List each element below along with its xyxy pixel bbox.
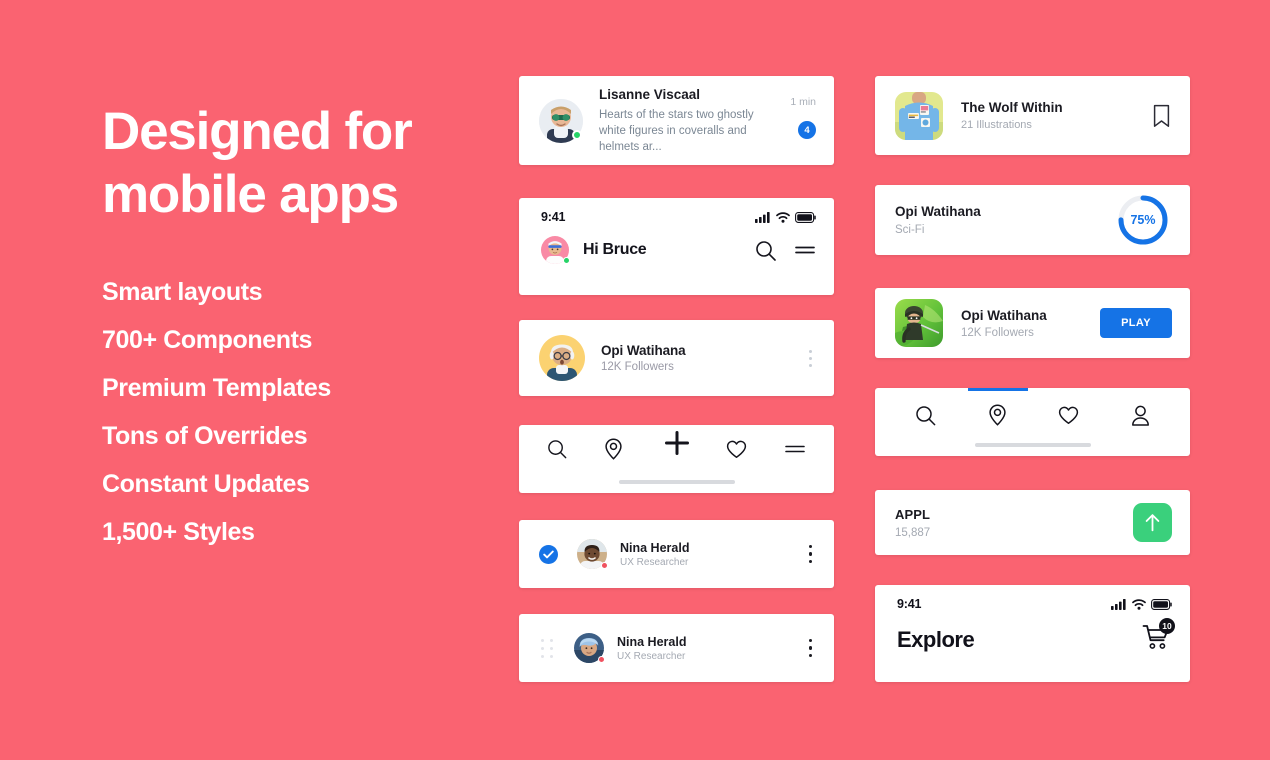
feature-item: 700+ Components — [102, 326, 313, 354]
hero-section: Designed for mobile apps Smart layouts 7… — [102, 100, 502, 556]
progress-genre: Sci-Fi — [895, 224, 925, 236]
list-item-role: UX Researcher — [620, 556, 689, 568]
page-title: Designed for mobile apps — [102, 100, 502, 226]
message-timestamp: 1 min — [790, 96, 816, 108]
stock-card[interactable]: APPL 15,887 — [875, 490, 1190, 555]
check-icon — [543, 550, 554, 558]
list-item-name: Nina Herald — [617, 634, 687, 649]
search-icon[interactable] — [755, 240, 776, 261]
search-icon[interactable] — [547, 439, 567, 459]
avatar — [539, 335, 585, 381]
page-title-line2: mobile apps — [102, 165, 399, 224]
book-cover-illustration — [895, 91, 943, 140]
heart-icon[interactable] — [726, 440, 747, 459]
game-title: Opi Watihana — [961, 307, 1047, 323]
cart-badge: 10 — [1159, 618, 1175, 634]
online-status-dot — [572, 129, 582, 140]
tabbar-card[interactable] — [519, 425, 834, 493]
book-card[interactable]: The Wolf Within 21 Illustrations — [875, 76, 1190, 155]
profile-name: Opi Watihana — [601, 343, 686, 358]
navbar-card[interactable] — [875, 388, 1190, 456]
arrow-up-icon — [1145, 514, 1160, 532]
message-preview: Hearts of the stars two ghostly white fi… — [599, 108, 754, 153]
user-icon[interactable] — [1131, 405, 1150, 426]
wifi-icon — [776, 211, 790, 223]
battery-icon — [795, 211, 816, 223]
kebab-menu-icon[interactable] — [805, 635, 816, 661]
page-title-line1: Designed for — [102, 102, 413, 161]
progress-title: Opi Watihana — [895, 204, 981, 219]
checkbox-checked[interactable] — [539, 544, 558, 564]
profile-followers: 12K Followers — [601, 361, 674, 373]
active-tab-indicator — [968, 388, 1028, 391]
feature-item: Premium Templates — [102, 374, 331, 402]
explore-title: Explore — [897, 626, 975, 652]
list-item[interactable]: Nina Herald UX Researcher — [519, 520, 834, 588]
book-thumbnail — [895, 91, 943, 140]
status-bar-time: 9:41 — [541, 210, 566, 224]
online-status-dot — [563, 257, 570, 264]
stock-symbol: APPL — [895, 506, 931, 522]
avatar — [574, 633, 605, 663]
home-indicator — [974, 443, 1091, 447]
heart-icon[interactable] — [1058, 406, 1079, 425]
location-pin-icon[interactable] — [988, 404, 1007, 426]
avatar — [577, 539, 608, 569]
list-item-role: UX Researcher — [617, 650, 686, 662]
search-icon[interactable] — [915, 405, 936, 426]
signal-icon — [1111, 598, 1126, 610]
plus-icon[interactable] — [664, 430, 690, 456]
status-bar: 9:41 — [875, 585, 1190, 611]
signal-icon — [755, 211, 770, 223]
status-dot — [601, 562, 608, 569]
menu-icon[interactable] — [794, 243, 816, 257]
stock-up-button[interactable] — [1133, 503, 1172, 542]
feature-item: Constant Updates — [102, 470, 310, 498]
status-bar: 9:41 — [519, 198, 834, 224]
avatar[interactable] — [541, 236, 570, 264]
greeting-title: Hi Bruce — [583, 241, 647, 258]
avatar-illustration — [539, 335, 585, 381]
game-icon-illustration — [895, 299, 943, 347]
list-item-name: Nina Herald — [620, 540, 690, 555]
profile-card[interactable]: Opi Watihana 12K Followers — [519, 320, 834, 396]
progress-percent-label: 75% — [1130, 213, 1156, 227]
wifi-icon — [1132, 598, 1146, 610]
book-subtitle: 21 Illustrations — [961, 119, 1032, 131]
message-sender-name: Lisanne Viscaal — [599, 86, 701, 102]
message-card[interactable]: Lisanne Viscaal Hearts of the stars two … — [519, 76, 834, 165]
progress-card[interactable]: Opi Watihana Sci-Fi 75% — [875, 185, 1190, 255]
home-indicator — [618, 480, 735, 484]
game-card[interactable]: Opi Watihana 12K Followers PLAY — [875, 288, 1190, 358]
book-title: The Wolf Within — [961, 100, 1063, 115]
avatar — [539, 98, 583, 143]
stock-value: 15,887 — [895, 526, 931, 539]
menu-icon[interactable] — [784, 442, 806, 456]
list-item[interactable]: Nina Herald UX Researcher — [519, 614, 834, 682]
progress-ring: 75% — [1116, 193, 1170, 247]
feature-item: Smart layouts — [102, 278, 263, 306]
explore-card: 9:41 Explore 10 — [875, 585, 1190, 682]
kebab-menu-icon[interactable] — [805, 346, 816, 371]
game-followers: 12K Followers — [961, 326, 1034, 339]
cart-button[interactable]: 10 — [1142, 618, 1175, 655]
bookmark-icon[interactable] — [1153, 104, 1170, 128]
status-bar-time: 9:41 — [897, 597, 922, 611]
kebab-menu-icon[interactable] — [805, 541, 816, 567]
feature-list: Smart layouts 700+ Components Premium Te… — [102, 268, 502, 556]
feature-item: Tons of Overrides — [102, 422, 308, 450]
unread-badge: 4 — [798, 121, 816, 139]
app-header-card: 9:41 Hi Bruce — [519, 198, 834, 295]
status-dot — [598, 656, 605, 663]
feature-item: 1,500+ Styles — [102, 518, 255, 546]
play-button[interactable]: PLAY — [1100, 308, 1172, 338]
drag-handle-icon[interactable] — [539, 638, 555, 658]
battery-icon — [1151, 598, 1172, 610]
location-pin-icon[interactable] — [604, 438, 623, 460]
game-thumbnail — [895, 299, 943, 347]
